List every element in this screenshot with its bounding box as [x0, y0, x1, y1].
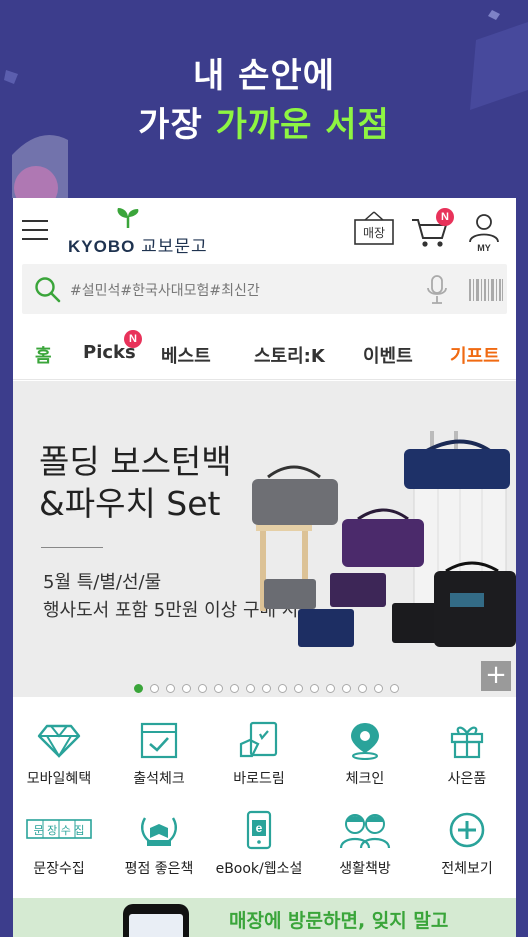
laurel-book-icon — [141, 817, 177, 846]
pagination-dot[interactable] — [230, 684, 239, 693]
hero-line-2-prefix: 가장 — [138, 105, 216, 145]
logo-brand: KYOBO — [68, 237, 136, 256]
menu-attendance[interactable]: 출석체크 — [109, 708, 209, 798]
pagination-dot[interactable] — [358, 684, 367, 693]
promo-banner[interactable]: 폴딩 보스턴백 &파우치 Set 5월 특/별/선/물 행사도서 포함 5만원 … — [13, 381, 516, 697]
ebook-icon-text: e — [256, 821, 263, 835]
menu-mobile-benefit[interactable]: 모바일혜택 — [13, 708, 109, 798]
calendar-check-icon — [140, 722, 178, 759]
plus-circle-icon — [449, 812, 485, 848]
phone-illustration — [123, 904, 189, 937]
menu-label: 출석체크 — [133, 771, 185, 787]
sentence-collect-icon: 문 장 수 집 — [26, 819, 92, 839]
pagination-dot[interactable] — [166, 684, 175, 693]
menu-label: eBook/웹소설 — [215, 861, 303, 877]
people-icon — [339, 814, 391, 849]
pagination-dot[interactable] — [310, 684, 319, 693]
logo-text: KYOBO 교보문고 — [68, 232, 208, 257]
store-visit-banner[interactable]: 매장에 방문하면, 잊지 말고 — [13, 898, 516, 937]
pagination-dot[interactable] — [134, 684, 143, 693]
hero-line-2-highlight: 가까운 서점 — [215, 105, 390, 145]
banner-more-button[interactable]: + — [481, 661, 511, 691]
tab-event[interactable]: 이벤트 — [363, 342, 413, 368]
quick-menu-grid: 모바일혜택 출석체크 바로드림 체크인 사은품 문 장 수 집 문장수집 평점 … — [13, 708, 516, 888]
menu-label: 전체보기 — [441, 861, 493, 877]
store-label: 매장 — [363, 226, 385, 240]
user-icon: MY — [469, 214, 499, 253]
store-button[interactable]: 매장 — [353, 210, 395, 246]
search-input[interactable]: #설민석#한국사대모험#최신간 — [70, 280, 260, 300]
pagination-dot[interactable] — [374, 684, 383, 693]
app-header: KYOBO 교보문고 매장 N MY — [13, 198, 516, 262]
pagination-dot[interactable] — [198, 684, 207, 693]
location-pin-icon — [351, 723, 379, 760]
menu-label: 사은품 — [447, 771, 487, 787]
pagination-dot[interactable] — [214, 684, 223, 693]
banner-divider — [41, 547, 103, 548]
cart-button[interactable]: N — [410, 208, 454, 250]
pagination-dot[interactable] — [150, 684, 159, 693]
pagination-dot[interactable] — [326, 684, 335, 693]
pagination-dot[interactable] — [246, 684, 255, 693]
banner-title-line-2: &파우치 Set — [39, 484, 221, 523]
my-page-button[interactable]: MY — [467, 212, 501, 253]
pagination-dot[interactable] — [182, 684, 191, 693]
pagination-dot[interactable] — [262, 684, 271, 693]
hero-headline: 내 손안에 가장 가까운 서점 — [0, 52, 528, 150]
main-tabs: 홈 Picks N 베스트 스토리:K 이벤트 기프트 — [13, 330, 516, 385]
pagination-dot[interactable] — [342, 684, 351, 693]
menu-label: 바로드림 — [233, 771, 285, 787]
my-label: MY — [477, 243, 491, 252]
menu-baro-dream[interactable]: 바로드림 — [209, 708, 309, 798]
menu-gifts[interactable]: 사은품 — [417, 708, 516, 798]
tab-gift[interactable]: 기프트 — [450, 342, 500, 368]
logo-korean: 교보문고 — [141, 237, 208, 256]
pagination-dot[interactable] — [294, 684, 303, 693]
tab-home[interactable]: 홈 — [33, 342, 54, 385]
menu-check-in[interactable]: 체크인 — [315, 708, 415, 798]
menu-label: 평점 좋은책 — [124, 861, 194, 877]
pagination-dot[interactable] — [390, 684, 399, 693]
microphone-icon[interactable] — [426, 275, 448, 305]
banner-pagination — [134, 678, 406, 693]
banner-title: 폴딩 보스턴백 &파우치 Set — [39, 441, 232, 525]
hamburger-menu-icon[interactable] — [22, 220, 48, 240]
gift-icon — [450, 726, 484, 759]
pagination-dot[interactable] — [278, 684, 287, 693]
hero-line-2: 가장 가까운 서점 — [0, 100, 528, 150]
tab-best[interactable]: 베스트 — [161, 342, 211, 368]
menu-view-all[interactable]: 전체보기 — [417, 798, 516, 888]
app-screen: KYOBO 교보문고 매장 N MY #설민석#한국사대모험#최신간 홈 Pic… — [13, 198, 516, 937]
barcode-icon[interactable] — [469, 279, 503, 301]
menu-sentence-collect[interactable]: 문 장 수 집 문장수집 — [13, 798, 109, 888]
menu-label: 체크인 — [345, 771, 385, 787]
hero-line-1: 내 손안에 — [193, 56, 335, 96]
menu-ebook-webnovel[interactable]: e eBook/웹소설 — [209, 798, 309, 888]
hand-book-icon — [239, 721, 278, 758]
menu-life-bookstore[interactable]: 생활책방 — [315, 798, 415, 888]
ebook-phone-icon: e — [246, 810, 272, 850]
sprout-icon — [117, 208, 139, 228]
banner-title-line-1: 폴딩 보스턴백 — [39, 442, 232, 481]
search-icon[interactable] — [34, 276, 62, 304]
menu-label: 생활책방 — [339, 861, 391, 877]
menu-top-rated[interactable]: 평점 좋은책 — [109, 798, 209, 888]
cart-badge: N — [436, 208, 454, 226]
tab-story-k[interactable]: 스토리:K — [254, 342, 325, 368]
store-sign-icon: 매장 — [354, 211, 394, 245]
diamond-icon — [37, 724, 81, 758]
sentence-icon-text: 문 장 수 집 — [34, 824, 85, 837]
picks-badge: N — [124, 330, 142, 348]
promo-text: 매장에 방문하면, 잊지 말고 — [229, 910, 449, 932]
search-bar[interactable]: #설민석#한국사대모험#최신간 — [22, 264, 507, 314]
bags-product-image — [252, 431, 516, 647]
